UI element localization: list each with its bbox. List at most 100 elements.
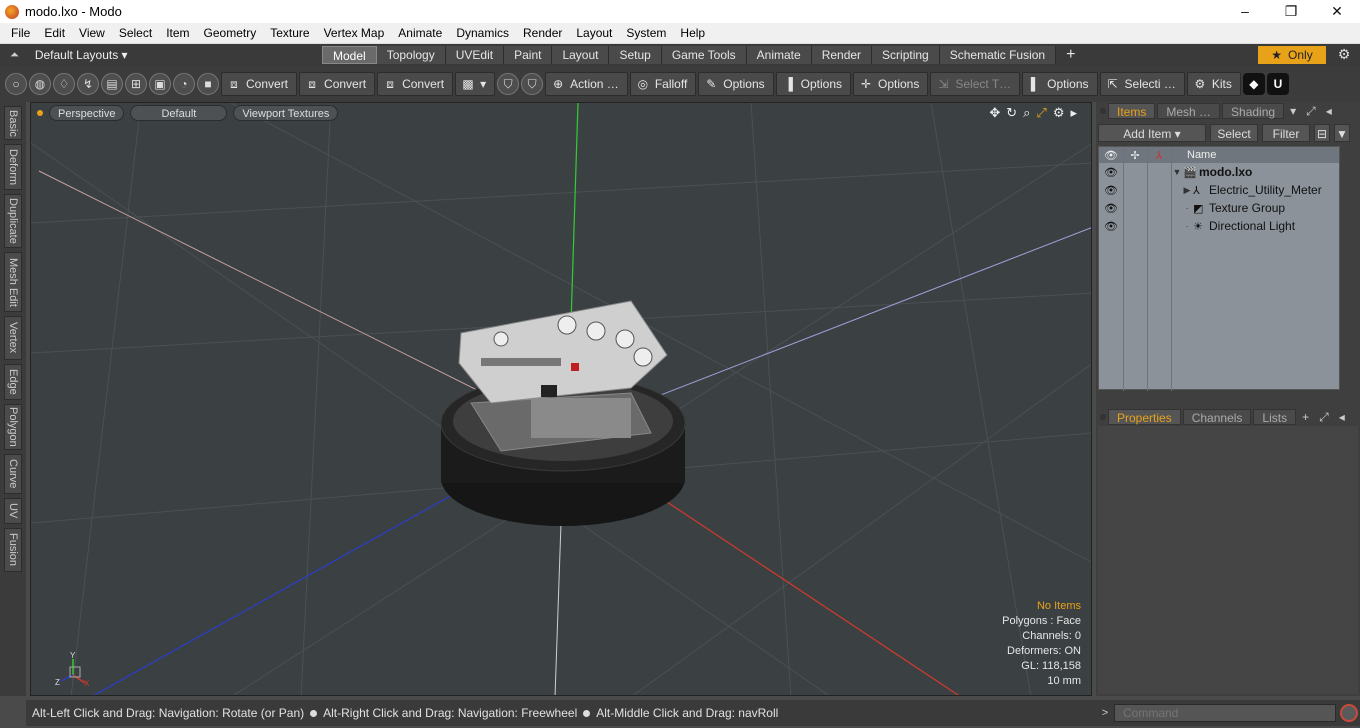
- eye-icon[interactable]: 👁: [1099, 202, 1123, 215]
- view-mode-dropdown[interactable]: Perspective: [49, 105, 125, 121]
- lock-header-icon[interactable]: ✢: [1123, 149, 1147, 162]
- pin-icon[interactable]: ♢: [53, 73, 75, 95]
- falloff-button[interactable]: ◎ Falloff: [629, 72, 697, 96]
- kits-button[interactable]: ⚙ Kits: [1186, 72, 1241, 96]
- vtab-vertex[interactable]: Vertex: [4, 316, 22, 360]
- close-button[interactable]: ✕: [1314, 0, 1360, 23]
- pan-icon[interactable]: ✥: [989, 105, 1000, 121]
- material-mode-icon[interactable]: ◔: [173, 73, 195, 95]
- vertex-mode-icon[interactable]: ○: [5, 73, 27, 95]
- menu-item[interactable]: Item: [159, 26, 196, 40]
- action-center-button[interactable]: ⊕ Action …: [545, 72, 628, 96]
- menu-vertex-map[interactable]: Vertex Map: [317, 26, 392, 40]
- convert-button-1[interactable]: ⧈ Convert: [221, 72, 298, 96]
- expand-arrow-icon[interactable]: ▶: [1181, 185, 1193, 196]
- add-item-button[interactable]: Add Item ▾: [1098, 124, 1206, 142]
- vtab-fusion[interactable]: Fusion: [4, 528, 22, 572]
- filter-button[interactable]: Filter: [1262, 124, 1310, 142]
- panel-menu-arrow-icon[interactable]: ◂: [1322, 104, 1336, 118]
- rotate-icon[interactable]: ↻: [1006, 105, 1017, 121]
- command-input[interactable]: [1114, 704, 1336, 722]
- tab-game-tools[interactable]: Game Tools: [661, 46, 747, 64]
- add-panel-tab-button[interactable]: +: [1298, 410, 1313, 424]
- viewport-scene[interactable]: [31, 103, 1092, 696]
- options-button-3[interactable]: ✛ Options: [853, 72, 929, 96]
- zoom-icon[interactable]: ⌕: [1023, 105, 1030, 121]
- menu-view[interactable]: View: [72, 26, 112, 40]
- tab-properties[interactable]: Properties: [1108, 409, 1181, 425]
- panel-dropdown-icon[interactable]: ▾: [1286, 104, 1300, 118]
- eye-icon[interactable]: 👁: [1099, 166, 1123, 179]
- tree-row[interactable]: 👁 ▼ 🎬 modo.lxo: [1099, 163, 1339, 181]
- menu-system[interactable]: System: [619, 26, 673, 40]
- tab-paint[interactable]: Paint: [504, 46, 553, 64]
- menu-geometry[interactable]: Geometry: [197, 26, 264, 40]
- expand-arrow-icon[interactable]: ▼: [1171, 167, 1183, 177]
- panel-menu-arrow-icon[interactable]: ◂: [1335, 410, 1349, 424]
- unreal-icon[interactable]: U: [1266, 73, 1289, 95]
- tree-row[interactable]: 👁 ▶ ⅄ Electric_Utility_Meter: [1099, 181, 1339, 199]
- options-button-2[interactable]: ▐ Options: [775, 72, 851, 96]
- viewport-more-arrow-icon[interactable]: ▸: [1070, 105, 1077, 121]
- menu-select[interactable]: Select: [112, 26, 159, 40]
- funnel-icon[interactable]: ▼: [1334, 124, 1350, 142]
- add-tab-button[interactable]: +: [1056, 46, 1085, 64]
- grid-icon[interactable]: ⊞: [125, 73, 147, 95]
- vtab-basic[interactable]: Basic: [4, 106, 22, 140]
- mesh-type-dropdown[interactable]: ▩ ▾: [455, 72, 496, 96]
- tab-render[interactable]: Render: [811, 46, 873, 64]
- symmetry-icon[interactable]: ⛉: [497, 73, 520, 95]
- minimize-button[interactable]: –: [1222, 0, 1268, 23]
- maximize-viewport-icon[interactable]: ⤢: [1036, 105, 1046, 121]
- electric-meter-model[interactable]: [440, 300, 686, 526]
- collapse-icon[interactable]: ⊟: [1314, 124, 1330, 142]
- menu-texture[interactable]: Texture: [263, 26, 316, 40]
- eye-icon[interactable]: 👁: [1099, 184, 1123, 197]
- visibility-header-eye-icon[interactable]: 👁: [1099, 149, 1123, 162]
- tab-uvedit[interactable]: UVEdit: [445, 46, 505, 64]
- viewport-menu-dot-icon[interactable]: [37, 110, 43, 116]
- lasso-icon[interactable]: ↯: [77, 73, 99, 95]
- menu-animate[interactable]: Animate: [391, 26, 449, 40]
- name-column-header[interactable]: Name: [1171, 149, 1216, 161]
- viewport-gear-icon[interactable]: ⚙: [1053, 105, 1065, 121]
- selection-sets-button[interactable]: ⇱ Selecti …: [1099, 72, 1185, 96]
- unity-icon[interactable]: ◆: [1242, 73, 1265, 95]
- color-header-icon[interactable]: ⅄: [1147, 149, 1171, 162]
- vtab-uv[interactable]: UV: [4, 498, 22, 524]
- select-through-button[interactable]: ⇲ Select T…: [930, 72, 1021, 96]
- vtab-curve[interactable]: Curve: [4, 454, 22, 494]
- tab-channels[interactable]: Channels: [1182, 409, 1252, 425]
- 3d-viewport[interactable]: Perspective Default Viewport Textures ✥ …: [30, 102, 1092, 696]
- polygon-mode-icon[interactable]: ▣: [149, 73, 171, 95]
- tree-row[interactable]: 👁 · ☀ Directional Light: [1099, 217, 1339, 235]
- tab-layout[interactable]: Layout: [552, 46, 610, 64]
- tab-topology[interactable]: Topology: [376, 46, 446, 64]
- tab-schematic-fusion[interactable]: Schematic Fusion: [939, 46, 1057, 64]
- options-button-4[interactable]: ▌ Options: [1022, 72, 1098, 96]
- tab-setup[interactable]: Setup: [609, 46, 662, 64]
- panel-expand-icon[interactable]: ⤢: [1315, 410, 1333, 425]
- select-button[interactable]: Select: [1210, 124, 1258, 142]
- options-button-1[interactable]: ✎ Options: [698, 72, 774, 96]
- vtab-edge[interactable]: Edge: [4, 364, 22, 400]
- tab-animate[interactable]: Animate: [746, 46, 812, 64]
- tab-model[interactable]: Model: [322, 46, 377, 64]
- vtab-polygon[interactable]: Polygon: [4, 404, 22, 450]
- menu-help[interactable]: Help: [673, 26, 712, 40]
- textures-dropdown[interactable]: Viewport Textures: [233, 105, 339, 121]
- convert-button-3[interactable]: ⧈ Convert: [377, 72, 454, 96]
- tab-mesh[interactable]: Mesh …: [1157, 103, 1221, 119]
- shading-dropdown[interactable]: Default: [130, 105, 228, 121]
- tab-items[interactable]: Items: [1108, 103, 1156, 119]
- only-toggle-button[interactable]: ★ Only: [1258, 46, 1326, 64]
- eye-icon[interactable]: 👁: [1099, 220, 1123, 233]
- layouts-dropdown[interactable]: ⏶ Default Layouts ▾: [0, 48, 322, 62]
- menu-render[interactable]: Render: [516, 26, 569, 40]
- edges-icon[interactable]: ▤: [101, 73, 123, 95]
- menu-dynamics[interactable]: Dynamics: [449, 26, 516, 40]
- items-tree[interactable]: 👁 ✢ ⅄ Name 👁 ▼ 🎬 modo.lxo 👁 ▶ ⅄ Electric…: [1098, 146, 1340, 391]
- menu-file[interactable]: File: [4, 26, 37, 40]
- panel-expand-icon[interactable]: ⤢: [1302, 104, 1320, 119]
- tab-scripting[interactable]: Scripting: [872, 46, 940, 64]
